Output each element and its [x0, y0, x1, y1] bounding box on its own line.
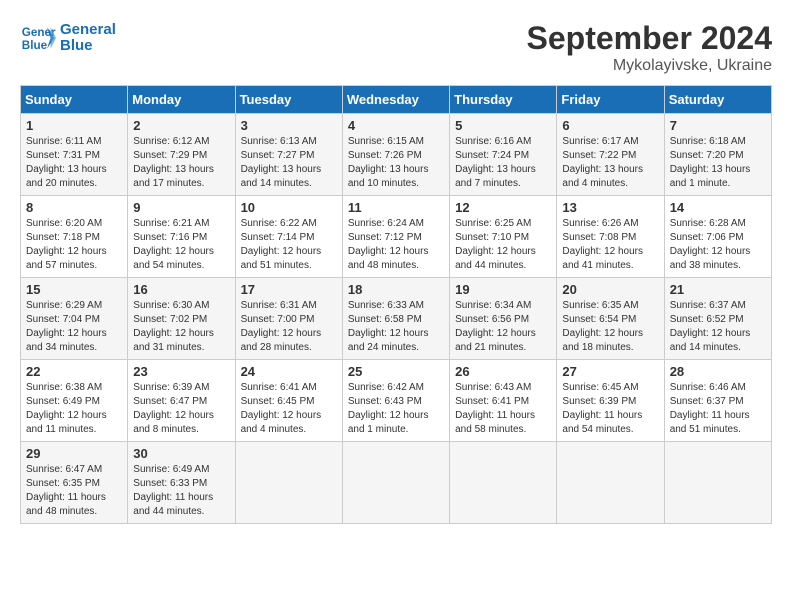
table-row: 14Sunrise: 6:28 AM Sunset: 7:06 PM Dayli…	[664, 196, 771, 278]
location-subtitle: Mykolayivske, Ukraine	[527, 57, 772, 75]
header-tuesday: Tuesday	[235, 86, 342, 114]
logo-icon: General Blue	[20, 20, 56, 56]
table-row: 11Sunrise: 6:24 AM Sunset: 7:12 PM Dayli…	[342, 196, 449, 278]
table-row: 7Sunrise: 6:18 AM Sunset: 7:20 PM Daylig…	[664, 114, 771, 196]
table-row: 20Sunrise: 6:35 AM Sunset: 6:54 PM Dayli…	[557, 278, 664, 360]
month-title: September 2024	[527, 20, 772, 57]
table-row: 3Sunrise: 6:13 AM Sunset: 7:27 PM Daylig…	[235, 114, 342, 196]
table-row: 18Sunrise: 6:33 AM Sunset: 6:58 PM Dayli…	[342, 278, 449, 360]
header-sunday: Sunday	[21, 86, 128, 114]
table-row	[235, 442, 342, 524]
table-row: 29Sunrise: 6:47 AM Sunset: 6:35 PM Dayli…	[21, 442, 128, 524]
table-row: 17Sunrise: 6:31 AM Sunset: 7:00 PM Dayli…	[235, 278, 342, 360]
table-row: 12Sunrise: 6:25 AM Sunset: 7:10 PM Dayli…	[450, 196, 557, 278]
svg-text:Blue: Blue	[22, 39, 48, 52]
table-row: 30Sunrise: 6:49 AM Sunset: 6:33 PM Dayli…	[128, 442, 235, 524]
table-row: 19Sunrise: 6:34 AM Sunset: 6:56 PM Dayli…	[450, 278, 557, 360]
table-row: 13Sunrise: 6:26 AM Sunset: 7:08 PM Dayli…	[557, 196, 664, 278]
calendar-week-4: 22Sunrise: 6:38 AM Sunset: 6:49 PM Dayli…	[21, 360, 772, 442]
table-row: 5Sunrise: 6:16 AM Sunset: 7:24 PM Daylig…	[450, 114, 557, 196]
calendar-week-1: 1Sunrise: 6:11 AM Sunset: 7:31 PM Daylig…	[21, 114, 772, 196]
table-row: 6Sunrise: 6:17 AM Sunset: 7:22 PM Daylig…	[557, 114, 664, 196]
table-row: 26Sunrise: 6:43 AM Sunset: 6:41 PM Dayli…	[450, 360, 557, 442]
calendar-table: Sunday Monday Tuesday Wednesday Thursday…	[20, 85, 772, 524]
table-row	[664, 442, 771, 524]
table-row	[450, 442, 557, 524]
table-row: 2Sunrise: 6:12 AM Sunset: 7:29 PM Daylig…	[128, 114, 235, 196]
logo-text-general: General	[60, 22, 116, 39]
header-wednesday: Wednesday	[342, 86, 449, 114]
table-row: 25Sunrise: 6:42 AM Sunset: 6:43 PM Dayli…	[342, 360, 449, 442]
table-row: 8Sunrise: 6:20 AM Sunset: 7:18 PM Daylig…	[21, 196, 128, 278]
calendar-week-2: 8Sunrise: 6:20 AM Sunset: 7:18 PM Daylig…	[21, 196, 772, 278]
calendar-header-row: Sunday Monday Tuesday Wednesday Thursday…	[21, 86, 772, 114]
logo-text-blue: Blue	[60, 38, 116, 55]
table-row: 9Sunrise: 6:21 AM Sunset: 7:16 PM Daylig…	[128, 196, 235, 278]
table-row: 15Sunrise: 6:29 AM Sunset: 7:04 PM Dayli…	[21, 278, 128, 360]
calendar-week-5: 29Sunrise: 6:47 AM Sunset: 6:35 PM Dayli…	[21, 442, 772, 524]
header-saturday: Saturday	[664, 86, 771, 114]
table-row: 22Sunrise: 6:38 AM Sunset: 6:49 PM Dayli…	[21, 360, 128, 442]
logo: General Blue General Blue	[20, 20, 116, 56]
table-row: 4Sunrise: 6:15 AM Sunset: 7:26 PM Daylig…	[342, 114, 449, 196]
table-row: 10Sunrise: 6:22 AM Sunset: 7:14 PM Dayli…	[235, 196, 342, 278]
table-row: 24Sunrise: 6:41 AM Sunset: 6:45 PM Dayli…	[235, 360, 342, 442]
table-row: 21Sunrise: 6:37 AM Sunset: 6:52 PM Dayli…	[664, 278, 771, 360]
table-row	[342, 442, 449, 524]
table-row: 23Sunrise: 6:39 AM Sunset: 6:47 PM Dayli…	[128, 360, 235, 442]
header-monday: Monday	[128, 86, 235, 114]
page-header: General Blue General Blue September 2024…	[20, 20, 772, 75]
header-friday: Friday	[557, 86, 664, 114]
calendar-week-3: 15Sunrise: 6:29 AM Sunset: 7:04 PM Dayli…	[21, 278, 772, 360]
header-thursday: Thursday	[450, 86, 557, 114]
table-row: 1Sunrise: 6:11 AM Sunset: 7:31 PM Daylig…	[21, 114, 128, 196]
table-row: 16Sunrise: 6:30 AM Sunset: 7:02 PM Dayli…	[128, 278, 235, 360]
table-row: 27Sunrise: 6:45 AM Sunset: 6:39 PM Dayli…	[557, 360, 664, 442]
table-row: 28Sunrise: 6:46 AM Sunset: 6:37 PM Dayli…	[664, 360, 771, 442]
table-row	[557, 442, 664, 524]
title-block: September 2024 Mykolayivske, Ukraine	[527, 20, 772, 75]
